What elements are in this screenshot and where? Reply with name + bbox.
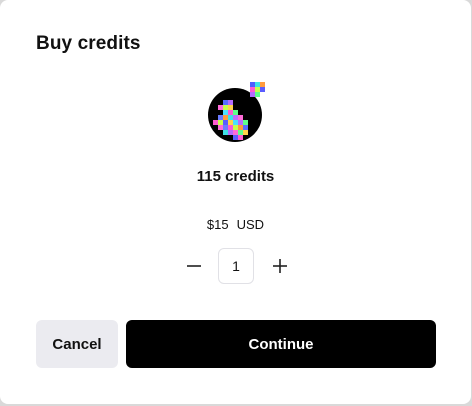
price-row: $15 USD — [0, 216, 471, 234]
price-currency: USD — [236, 217, 265, 232]
cancel-button[interactable]: Cancel — [36, 320, 118, 368]
logo-pixels — [213, 82, 265, 140]
price-value: $15 — [206, 217, 229, 232]
credits-amount: 115 credits — [196, 168, 275, 185]
increase-quantity-button[interactable] — [268, 248, 292, 284]
buy-credits-dialog: Buy credits 115 credits $15 USD 1 Cancel… — [0, 0, 471, 404]
continue-button[interactable]: Continue — [126, 320, 436, 368]
minus-icon — [187, 265, 201, 267]
plus-icon — [273, 259, 287, 273]
dialog-title: Buy credits — [36, 33, 141, 54]
decrease-quantity-button[interactable] — [182, 248, 206, 284]
quantity-input[interactable] — [218, 248, 254, 284]
pixel-art-logo-icon — [207, 82, 265, 144]
quantity-stepper — [182, 248, 292, 284]
